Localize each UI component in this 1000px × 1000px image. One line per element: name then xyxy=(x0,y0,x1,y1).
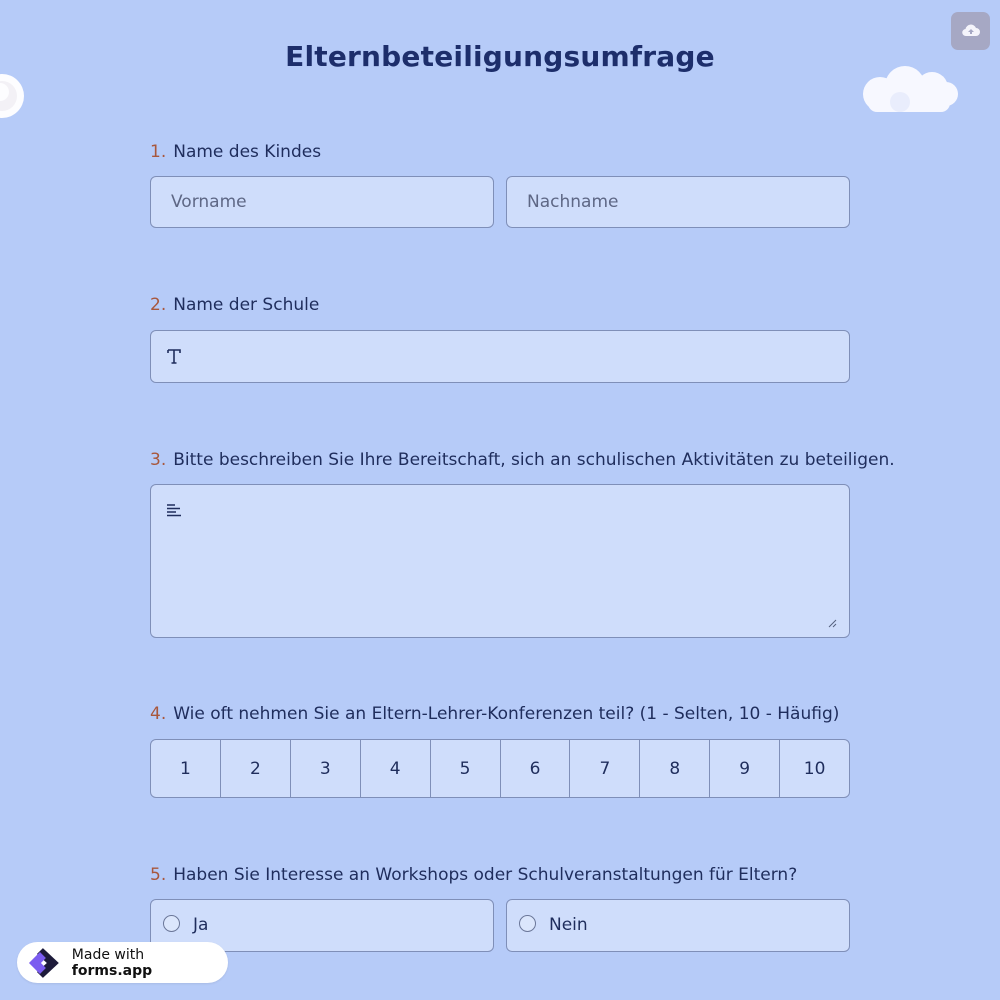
rating-option-3[interactable]: 3 xyxy=(291,740,361,797)
page-title: Elternbeteiligungsumfrage xyxy=(285,40,715,73)
question-5-label: 5. Haben Sie Interesse an Workshops oder … xyxy=(150,865,797,885)
rating-option-7[interactable]: 7 xyxy=(570,740,641,797)
rating-option-8[interactable]: 8 xyxy=(640,740,711,797)
question-number: 2. xyxy=(150,295,167,315)
text-icon xyxy=(167,349,181,364)
made-with-forms-app-badge[interactable]: Made with forms.app xyxy=(17,942,228,983)
align-left-icon xyxy=(167,504,181,517)
question-text: Wie oft nehmen Sie an Eltern-Lehrer-Konf… xyxy=(173,704,840,724)
question-text: Bitte beschreiben Sie Ihre Bereitschaft,… xyxy=(173,450,895,470)
badge-brand: forms.app xyxy=(71,962,153,979)
rating-option-5[interactable]: 5 xyxy=(431,740,501,797)
forms-app-logo-icon xyxy=(28,947,59,978)
rating-option-10[interactable]: 10 xyxy=(780,740,849,797)
cloud-upload-icon xyxy=(961,24,980,37)
last-name-input[interactable]: Nachname xyxy=(506,176,850,228)
badge-prefix: Made with xyxy=(71,946,145,963)
question-2-label: 2. Name der Schule xyxy=(150,295,319,315)
question-text: Name der Schule xyxy=(173,295,320,315)
question-number: 3. xyxy=(150,450,167,470)
rating-option-9[interactable]: 9 xyxy=(710,740,781,797)
question-number: 4. xyxy=(150,704,167,724)
question-text: Haben Sie Interesse an Workshops oder Sc… xyxy=(173,865,798,885)
rating-option-4[interactable]: 4 xyxy=(361,740,431,797)
school-name-input[interactable] xyxy=(150,330,850,383)
question-number: 1. xyxy=(150,142,167,162)
radio-button[interactable] xyxy=(163,915,180,932)
badge-text: Made with forms.app xyxy=(72,947,228,979)
rating-option-6[interactable]: 6 xyxy=(501,740,571,797)
first-name-input[interactable]: Vorname xyxy=(150,176,494,228)
first-name-placeholder: Vorname xyxy=(171,192,247,212)
willingness-textarea[interactable] xyxy=(150,484,850,638)
last-name-placeholder: Nachname xyxy=(527,192,619,212)
radio-label-no: Nein xyxy=(549,915,588,935)
radio-label-yes: Ja xyxy=(193,915,209,935)
cloud-decoration-left xyxy=(0,74,24,118)
radio-option-no[interactable]: Nein xyxy=(506,899,850,952)
question-3-label: 3. Bitte beschreiben Sie Ihre Bereitschaf… xyxy=(150,450,895,470)
rating-option-2[interactable]: 2 xyxy=(221,740,291,797)
question-number: 5. xyxy=(150,865,167,885)
resize-handle-icon[interactable] xyxy=(828,619,837,628)
question-4-label: 4. Wie oft nehmen Sie an Eltern-Lehrer-Ko… xyxy=(150,704,839,724)
question-1-label: 1. Name des Kindes xyxy=(150,142,321,162)
question-text: Name des Kindes xyxy=(173,142,322,162)
radio-button[interactable] xyxy=(519,915,536,932)
frequency-rating-scale: 1 2 3 4 5 6 7 8 9 10 xyxy=(150,739,850,798)
rating-option-1[interactable]: 1 xyxy=(151,740,221,797)
